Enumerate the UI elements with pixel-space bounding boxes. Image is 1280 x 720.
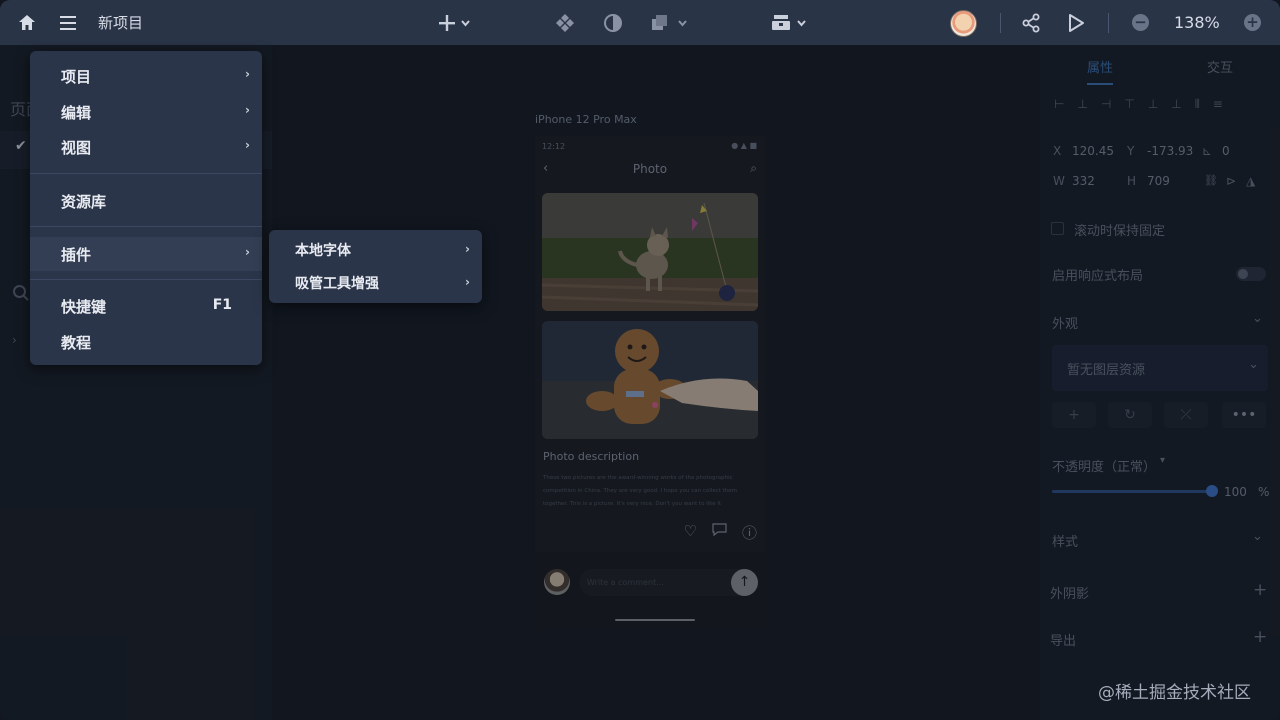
submenu-item-label: 本地字体: [295, 243, 351, 259]
menu-item-project[interactable]: 项目 ›: [30, 59, 262, 93]
menu-item-library[interactable]: 资源库: [30, 184, 262, 218]
menu-item-label: 插件: [61, 245, 92, 264]
submenu-item-eyedropper[interactable]: 吸管工具增强 ›: [269, 267, 482, 299]
chevron-right-icon: ›: [245, 67, 250, 81]
menu-item-label: 快捷键: [61, 297, 107, 316]
menu-item-edit[interactable]: 编辑 ›: [30, 95, 262, 129]
menu-item-tutorial[interactable]: 教程: [30, 325, 262, 359]
add-element-icon[interactable]: [434, 0, 474, 45]
main-menu: 项目 › 编辑 › 视图 › 资源库 插件 › 快捷键 F1 教程: [30, 51, 262, 365]
contrast-icon[interactable]: [602, 0, 624, 45]
menu-divider: [30, 226, 262, 227]
chevron-right-icon: ›: [245, 138, 250, 152]
menu-item-label: 资源库: [61, 192, 107, 211]
component-icon[interactable]: [554, 0, 576, 45]
zoom-out-button[interactable]: −: [1132, 14, 1149, 31]
menu-item-label: 项目: [61, 67, 92, 86]
chevron-right-icon: ›: [465, 242, 470, 256]
user-avatar-icon[interactable]: [950, 10, 977, 37]
zoom-level[interactable]: 138%: [1174, 13, 1220, 32]
chevron-right-icon: ›: [465, 275, 470, 289]
toolbar-divider: [1108, 13, 1109, 33]
share-icon[interactable]: [1020, 0, 1042, 45]
chevron-right-icon: ›: [245, 245, 250, 259]
menu-item-view[interactable]: 视图 ›: [30, 130, 262, 164]
home-icon[interactable]: [16, 0, 38, 45]
menu-item-plugins[interactable]: 插件 ›: [30, 237, 262, 271]
menu-item-label: 教程: [61, 333, 92, 352]
menu-item-label: 编辑: [61, 103, 92, 122]
menu-item-label: 视图: [61, 138, 92, 157]
menu-item-shortcuts[interactable]: 快捷键 F1: [30, 289, 262, 323]
boolean-shape-icon[interactable]: [648, 0, 690, 45]
top-toolbar: 新项目 − 138% +: [0, 0, 1280, 45]
zoom-in-button[interactable]: +: [1244, 14, 1261, 31]
submenu-item-label: 吸管工具增强: [295, 276, 379, 292]
handoff-icon[interactable]: [770, 0, 810, 45]
plugins-submenu: 本地字体 › 吸管工具增强 ›: [269, 230, 482, 303]
menu-icon[interactable]: [58, 0, 78, 45]
play-icon[interactable]: [1065, 0, 1087, 45]
project-title[interactable]: 新项目: [98, 12, 143, 33]
toolbar-divider: [1000, 13, 1001, 33]
watermark: @稀土掘金技术社区: [1098, 683, 1251, 703]
chevron-right-icon: ›: [245, 103, 250, 117]
menu-divider: [30, 173, 262, 174]
app-window: 页面 ✔ › iPhone 12 Pro Max 12:12 ● ▲ ■ ‹ P…: [0, 0, 1280, 720]
shortcut-key: F1: [212, 297, 232, 313]
submenu-item-local-fonts[interactable]: 本地字体 ›: [269, 234, 482, 266]
menu-divider: [30, 279, 262, 280]
